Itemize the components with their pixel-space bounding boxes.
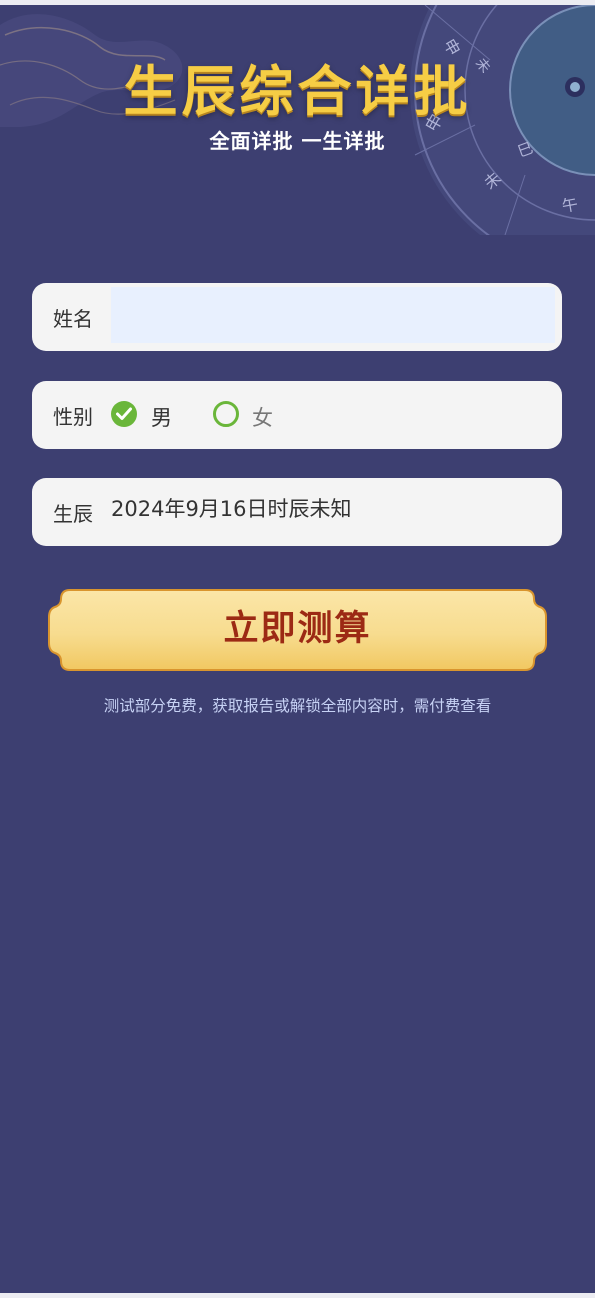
calculate-button[interactable]: 立即测算 bbox=[48, 589, 547, 671]
gender-label: 性别 bbox=[53, 405, 93, 429]
dial-glyph: 午 bbox=[560, 194, 579, 215]
gender-male-radio[interactable] bbox=[111, 401, 137, 427]
birth-row[interactable]: 生辰 2024年9月16日时辰未知 bbox=[32, 478, 562, 546]
gender-female-radio[interactable] bbox=[213, 401, 239, 427]
gender-female-label[interactable]: 女 bbox=[252, 381, 273, 449]
gender-male-label[interactable]: 男 bbox=[151, 381, 172, 449]
page-title: 生辰综合详批 bbox=[123, 59, 472, 123]
birth-label: 生辰 bbox=[53, 502, 93, 526]
payment-note: 测试部分免费，获取报告或解锁全部内容时，需付费查看 bbox=[103, 697, 492, 715]
name-label: 姓名 bbox=[53, 307, 93, 331]
name-input[interactable] bbox=[111, 287, 555, 343]
birth-value[interactable]: 2024年9月16日时辰未知 bbox=[111, 478, 352, 546]
name-row: 姓名 bbox=[32, 283, 562, 351]
page: 申 未 申 巳 未 午 生辰综合详批 全面详批 一生详批 姓名 性别 男 女 生… bbox=[0, 5, 595, 1293]
calculate-button-label: 立即测算 bbox=[223, 609, 372, 649]
page-subtitle: 全面详批 一生详批 bbox=[209, 129, 386, 153]
check-icon bbox=[116, 407, 132, 420]
gender-row: 性别 男 女 bbox=[32, 381, 562, 449]
